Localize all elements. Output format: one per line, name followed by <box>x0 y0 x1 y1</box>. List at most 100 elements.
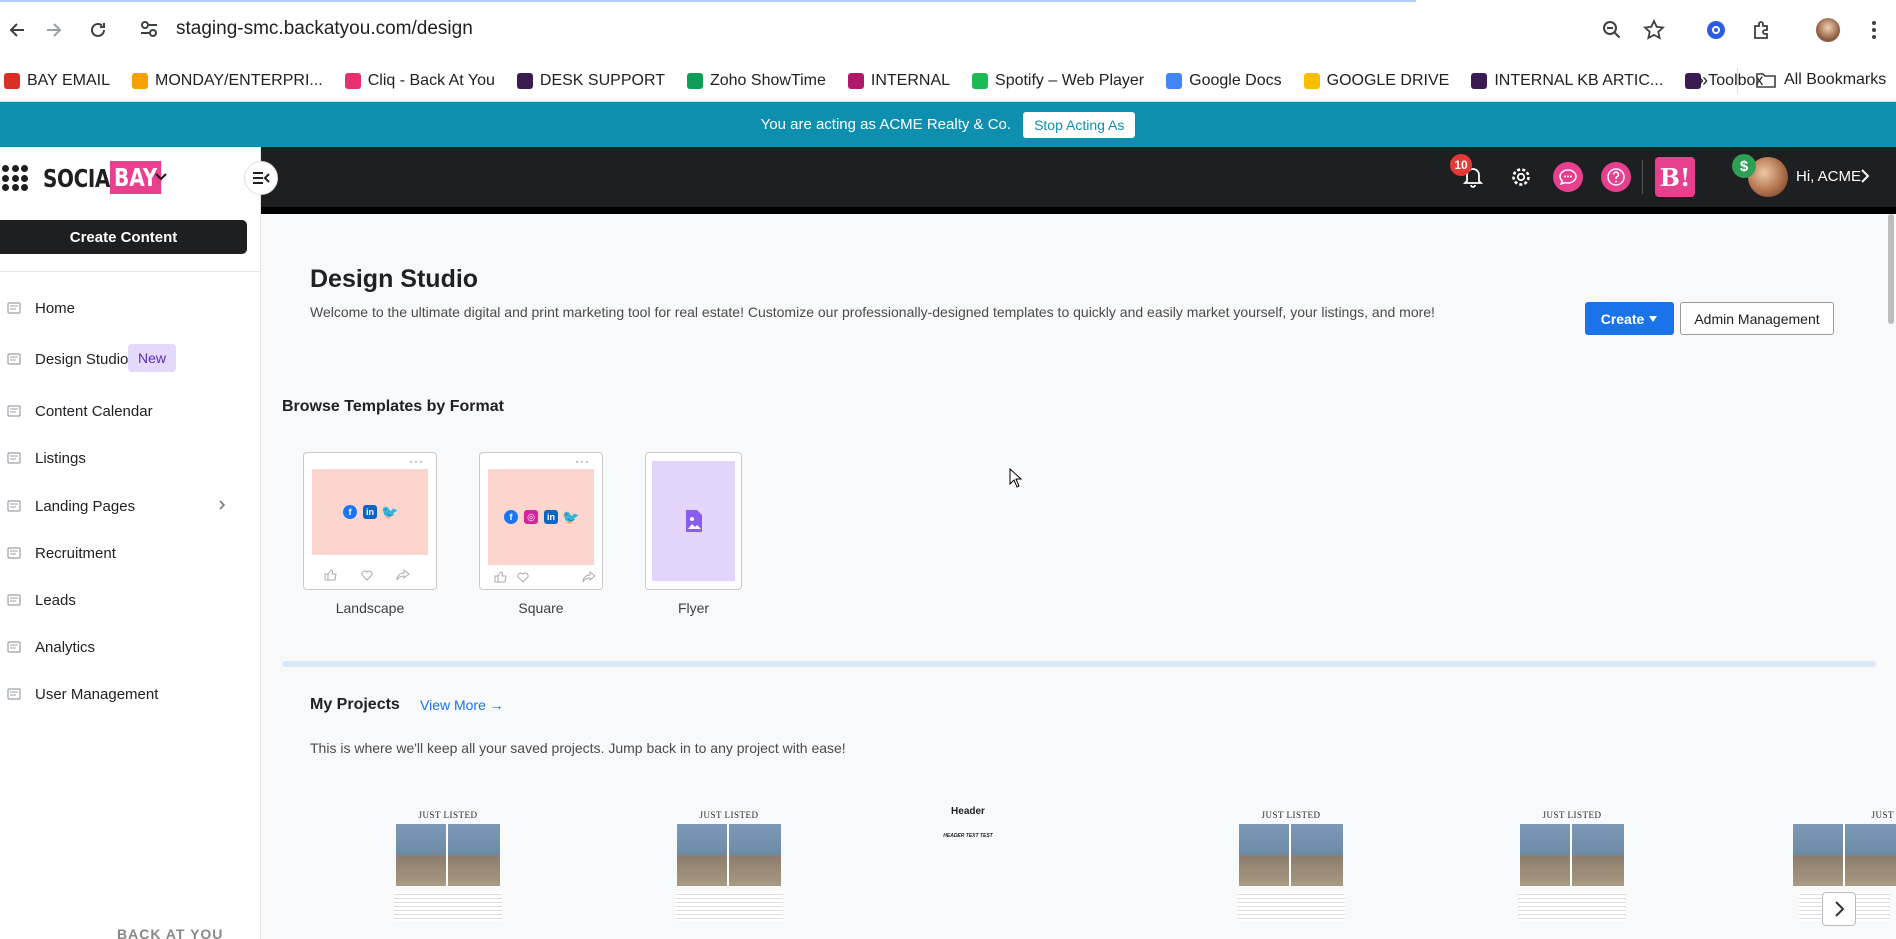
extensions-puzzle-icon[interactable] <box>1746 14 1778 46</box>
all-bookmarks-label: All Bookmarks <box>1784 71 1887 88</box>
flyer-preview <box>652 461 735 581</box>
bookmark-favicon-icon <box>4 73 20 89</box>
forward-arrow-icon[interactable] <box>35 12 71 48</box>
project-thumbnail[interactable]: JUST LISTED <box>669 810 789 939</box>
bookmark-item[interactable]: Spotify – Web Player <box>972 72 1144 90</box>
app-header-underline <box>261 207 1896 214</box>
greeting[interactable]: Hi, ACME <box>1796 168 1861 185</box>
format-card-landscape[interactable]: ··· f in 🐦 <box>303 452 437 590</box>
image-file-icon <box>685 510 702 532</box>
chat-icon[interactable] <box>1553 162 1583 192</box>
sidebar-item-label: Leads <box>35 591 76 609</box>
project-photo <box>1520 824 1624 886</box>
page-scrollbar[interactable] <box>1888 214 1894 324</box>
sidebar-footer-logo: BACK AT YOU <box>117 926 224 939</box>
sidebar-item-design-studio[interactable]: Design Studio New <box>0 342 240 376</box>
collapse-sidebar-icon[interactable] <box>244 161 278 195</box>
bookmark-item[interactable]: Zoho ShowTime <box>686 72 826 90</box>
gear-icon[interactable] <box>1506 162 1536 192</box>
post-actions <box>494 571 596 583</box>
site-info-icon[interactable] <box>138 18 160 45</box>
sidebar-item-recruitment[interactable]: Recruitment <box>0 536 240 570</box>
bookmark-item[interactable]: MONDAY/ENTERPRI... <box>132 72 323 90</box>
bookmark-item[interactable]: GOOGLE DRIVE <box>1303 72 1450 90</box>
section-divider <box>282 661 1876 667</box>
reload-icon[interactable] <box>80 12 116 48</box>
sidebar-item-listings[interactable]: Listings <box>0 441 240 475</box>
twitter-icon: 🐦 <box>562 508 580 525</box>
sidebar: SOCIAL BAY Create Content Home Design Stu… <box>0 147 261 939</box>
bookmark-favicon-icon <box>516 73 533 89</box>
bookmark-item[interactable]: BAY EMAIL <box>4 72 110 90</box>
bookmark-favicon-icon <box>1471 73 1488 89</box>
more-dots-icon[interactable]: ··· <box>575 454 590 468</box>
bookmarks-divider <box>1737 68 1738 94</box>
all-bookmarks-button[interactable]: All Bookmarks <box>1756 71 1886 89</box>
sidebar-item-label: Home <box>35 299 76 317</box>
bookmark-item[interactable]: DESK SUPPORT <box>516 72 665 90</box>
bookmark-item[interactable]: Toolbox <box>1685 72 1763 90</box>
sidebar-item-label: Landing Pages <box>35 497 136 515</box>
sidebar-item-leads[interactable]: Leads <box>0 583 240 617</box>
chevron-down-icon[interactable] <box>154 169 168 187</box>
format-card-flyer[interactable] <box>645 452 742 590</box>
my-projects-title: My Projects <box>310 696 400 713</box>
zoom-icon[interactable] <box>1596 14 1628 46</box>
browse-templates-title: Browse Templates by Format <box>282 398 504 415</box>
project-thumbnail[interactable]: JUST LISTED <box>1512 810 1632 939</box>
sidebar-item-user-management[interactable]: User Management <box>0 677 240 711</box>
sidebar-item-landing-pages[interactable]: Landing Pages <box>0 489 240 523</box>
like-icon <box>494 571 507 583</box>
bookmark-label: GOOGLE DRIVE <box>1326 72 1450 89</box>
project-photo <box>396 824 500 886</box>
sidebar-item-content-calendar[interactable]: Content Calendar <box>0 394 240 428</box>
bookmark-favicon-icon <box>686 73 703 89</box>
format-card-square[interactable]: ··· f ◎ in 🐦 <box>479 452 603 590</box>
bookmark-label: INTERNAL KB ARTIC... <box>1494 72 1664 89</box>
project-thumbnail[interactable]: JUST LISTED <box>1231 810 1351 939</box>
bookmark-favicon-icon <box>972 73 989 89</box>
create-button[interactable]: Create <box>1585 302 1674 335</box>
app-grid-icon[interactable] <box>2 165 28 191</box>
bookmark-label: INTERNAL <box>870 72 951 89</box>
project-thumbnail[interactable]: JUST LISTED <box>388 810 508 939</box>
bookmark-favicon-icon <box>132 73 148 89</box>
create-content-button[interactable]: Create Content <box>0 220 247 254</box>
profile-avatar-icon[interactable] <box>1812 14 1844 46</box>
bookmark-star-icon[interactable] <box>1638 14 1670 46</box>
address-bar[interactable]: staging-smc.backatyou.com/design <box>176 18 473 40</box>
project-thumbnail[interactable]: Header HEADER TEXT TEST <box>908 806 1028 935</box>
like-icon <box>324 569 337 581</box>
heart-icon <box>361 570 373 581</box>
sidebar-item-home[interactable]: Home <box>0 291 240 325</box>
admin-management-button[interactable]: Admin Management <box>1680 302 1834 335</box>
carousel-next-button[interactable] <box>1822 892 1856 926</box>
kebab-menu-icon[interactable] <box>1858 14 1890 46</box>
acting-as-banner: You are acting as ACME Realty & Co. Stop… <box>0 102 1896 147</box>
bookmarks-overflow-icon[interactable]: » <box>1698 70 1708 91</box>
brand-b-icon[interactable]: B! <box>1655 157 1695 197</box>
stop-acting-as-button[interactable]: Stop Acting As <box>1023 111 1136 138</box>
dollar-icon[interactable]: $ <box>1732 154 1756 178</box>
bookmark-item[interactable]: INTERNAL <box>847 72 951 90</box>
chevron-right-icon[interactable] <box>218 498 226 515</box>
bookmark-favicon-icon <box>847 73 864 89</box>
sidebar-item-label: Listings <box>35 449 86 467</box>
back-arrow-icon[interactable] <box>0 12 36 48</box>
share-icon <box>582 571 596 583</box>
projects-description: This is where we'll keep all your saved … <box>310 740 846 756</box>
more-dots-icon[interactable]: ··· <box>409 454 424 468</box>
bookmark-item[interactable]: INTERNAL KB ARTIC... <box>1471 72 1663 90</box>
view-more-link[interactable]: View More → <box>420 697 504 713</box>
landing-icon <box>7 499 21 513</box>
bookmark-item[interactable]: Google Docs <box>1166 72 1282 90</box>
format-label-landscape: Landscape <box>335 600 405 616</box>
sidebar-item-analytics[interactable]: Analytics <box>0 630 240 664</box>
bookmarks-bar: BAY EMAIL MONDAY/ENTERPRI... Cliq - Back A… <box>0 60 1896 102</box>
bookmark-label: Google Docs <box>1189 72 1282 89</box>
folder-icon <box>1756 73 1776 88</box>
help-icon[interactable] <box>1601 162 1631 192</box>
chevron-right-icon[interactable] <box>1860 168 1870 189</box>
extension-icon[interactable] <box>1700 14 1732 46</box>
bookmark-item[interactable]: Cliq - Back At You <box>344 72 495 90</box>
